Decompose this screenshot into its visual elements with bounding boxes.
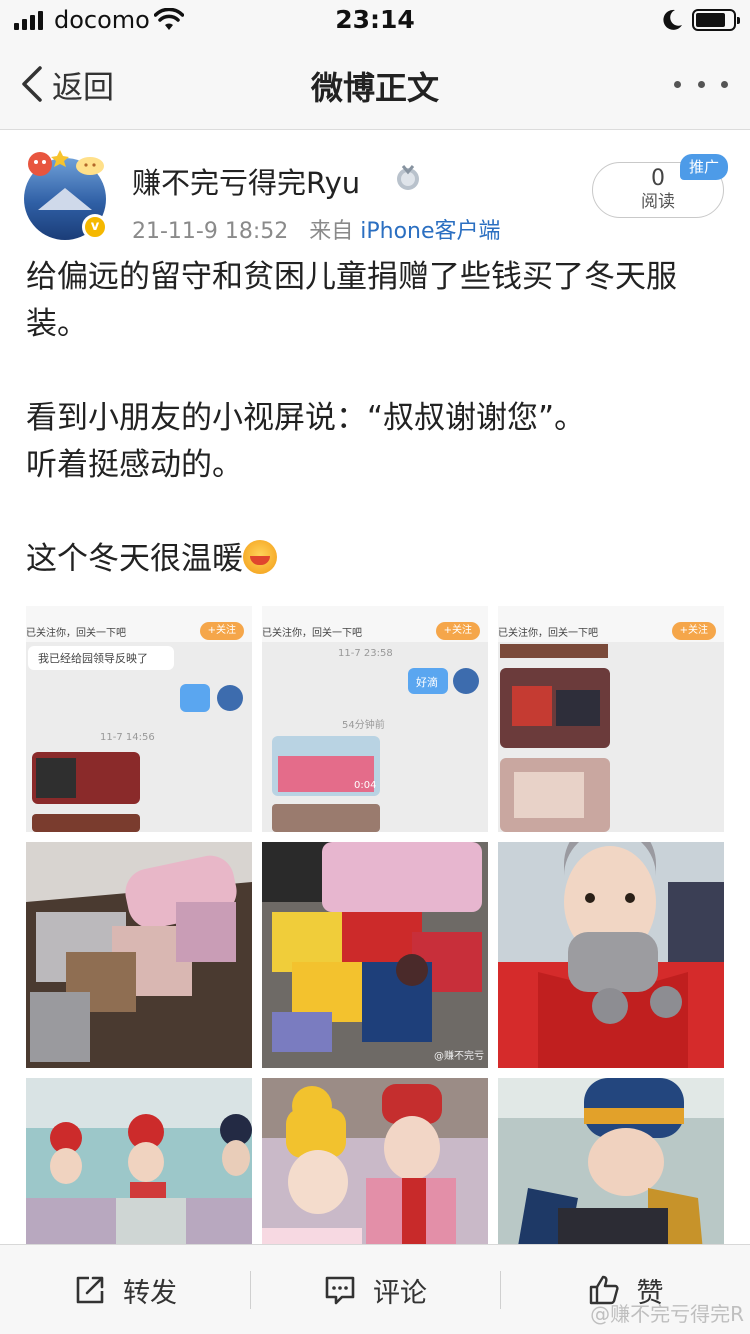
navigation-bar: 返回 微博正文 bbox=[0, 40, 750, 130]
comment-label: 评论 bbox=[373, 1277, 427, 1309]
chat-bubble-text: 我已经给园领导反映了 bbox=[38, 652, 148, 665]
page-title: 微博正文 bbox=[310, 69, 439, 107]
post-paragraph: 听着挺感动的。 bbox=[26, 447, 243, 483]
chat-bubble-text: 好滴 bbox=[416, 676, 438, 689]
read-count-label: 阅读 bbox=[641, 192, 675, 212]
author-name[interactable]: 赚不完亏得完Ryu bbox=[132, 160, 360, 202]
post-paragraph: 看到小朋友的小视屏说：“叔叔谢谢您”。 bbox=[26, 400, 586, 436]
chat-time: 11-7 14:56 bbox=[100, 732, 155, 743]
battery-level bbox=[696, 13, 725, 27]
post-meta: 21-11-9 18:52 来自 iPhone客户端 bbox=[132, 213, 501, 245]
repost-label: 转发 bbox=[123, 1277, 177, 1309]
source-link[interactable]: iPhone客户端 bbox=[360, 219, 500, 244]
chat-ago: 54分钟前 bbox=[342, 720, 385, 731]
avatar-decoration-icon bbox=[28, 150, 104, 176]
chat-header-text: 已关注你，回关一下吧 bbox=[498, 628, 598, 639]
comment-button[interactable]: 评论 bbox=[250, 1245, 500, 1334]
photo-chat-screenshot-1[interactable]: 已关注你，回关一下吧 +关注 我已经给园领导反映了 11-7 14:56 bbox=[26, 606, 252, 832]
more-options-button[interactable] bbox=[674, 70, 728, 98]
post-paragraph-last: 这个冬天很温暖 bbox=[26, 536, 726, 583]
photo-chat-screenshot-3[interactable]: 已关注你，回关一下吧 +关注 bbox=[498, 606, 724, 832]
more-dot-icon bbox=[674, 80, 681, 88]
chat-header-text: 已关注你，回关一下吧 bbox=[262, 628, 362, 639]
post-paragraph: 给偏远的留守和贫困儿童捐赠了些钱买了冬天服装。 bbox=[26, 259, 677, 342]
status-bar: docomo 23:14 bbox=[0, 0, 750, 40]
battery-icon bbox=[692, 9, 740, 31]
post-body: 给偏远的留守和贫困儿童捐赠了些钱买了冬天服装。 看到小朋友的小视屏说：“叔叔谢谢… bbox=[26, 254, 726, 583]
post-paragraph-text: 这个冬天很温暖 bbox=[26, 541, 243, 577]
chat-follow-button[interactable]: +关注 bbox=[435, 622, 480, 640]
video-duration: 0:04 bbox=[354, 780, 377, 791]
clock: 23:14 bbox=[335, 5, 415, 34]
photo-clothes-bags[interactable] bbox=[26, 842, 252, 1068]
image-watermark: @赚不完亏 bbox=[434, 1051, 484, 1062]
photo-chat-screenshot-2[interactable]: 已关注你，回关一下吧 +关注 11-7 23:58 好滴 54分钟前 0:04 bbox=[262, 606, 488, 832]
chat-header-text: 已关注你，回关一下吧 bbox=[26, 628, 126, 639]
more-dot-icon bbox=[697, 80, 705, 88]
share-icon bbox=[76, 1276, 104, 1304]
chat-follow-button[interactable]: +关注 bbox=[199, 622, 244, 640]
chat-follow-button[interactable]: +关注 bbox=[671, 622, 716, 640]
source-prefix: 来自 bbox=[309, 219, 354, 244]
post-paragraph bbox=[26, 489, 726, 536]
chat-time: 11-7 23:58 bbox=[338, 648, 393, 659]
promote-badge[interactable]: 推广 bbox=[680, 154, 729, 180]
comment-icon bbox=[325, 1276, 355, 1305]
photo-child-scarf[interactable] bbox=[498, 842, 724, 1068]
avatar[interactable]: v bbox=[24, 150, 108, 240]
verified-badge-icon: v bbox=[82, 214, 108, 240]
page-watermark: @赚不完亏得完R bbox=[590, 1302, 744, 1326]
post-paragraph bbox=[26, 348, 726, 395]
hug-emoji-icon bbox=[243, 540, 277, 574]
post-timestamp: 21-11-9 18:52 bbox=[132, 219, 289, 244]
more-dot-icon bbox=[721, 80, 728, 88]
medal-icon[interactable] bbox=[394, 164, 422, 192]
moon-icon bbox=[663, 9, 682, 30]
photo-hats-scarves[interactable]: @赚不完亏 bbox=[262, 842, 488, 1068]
repost-button[interactable]: 转发 bbox=[0, 1245, 250, 1334]
